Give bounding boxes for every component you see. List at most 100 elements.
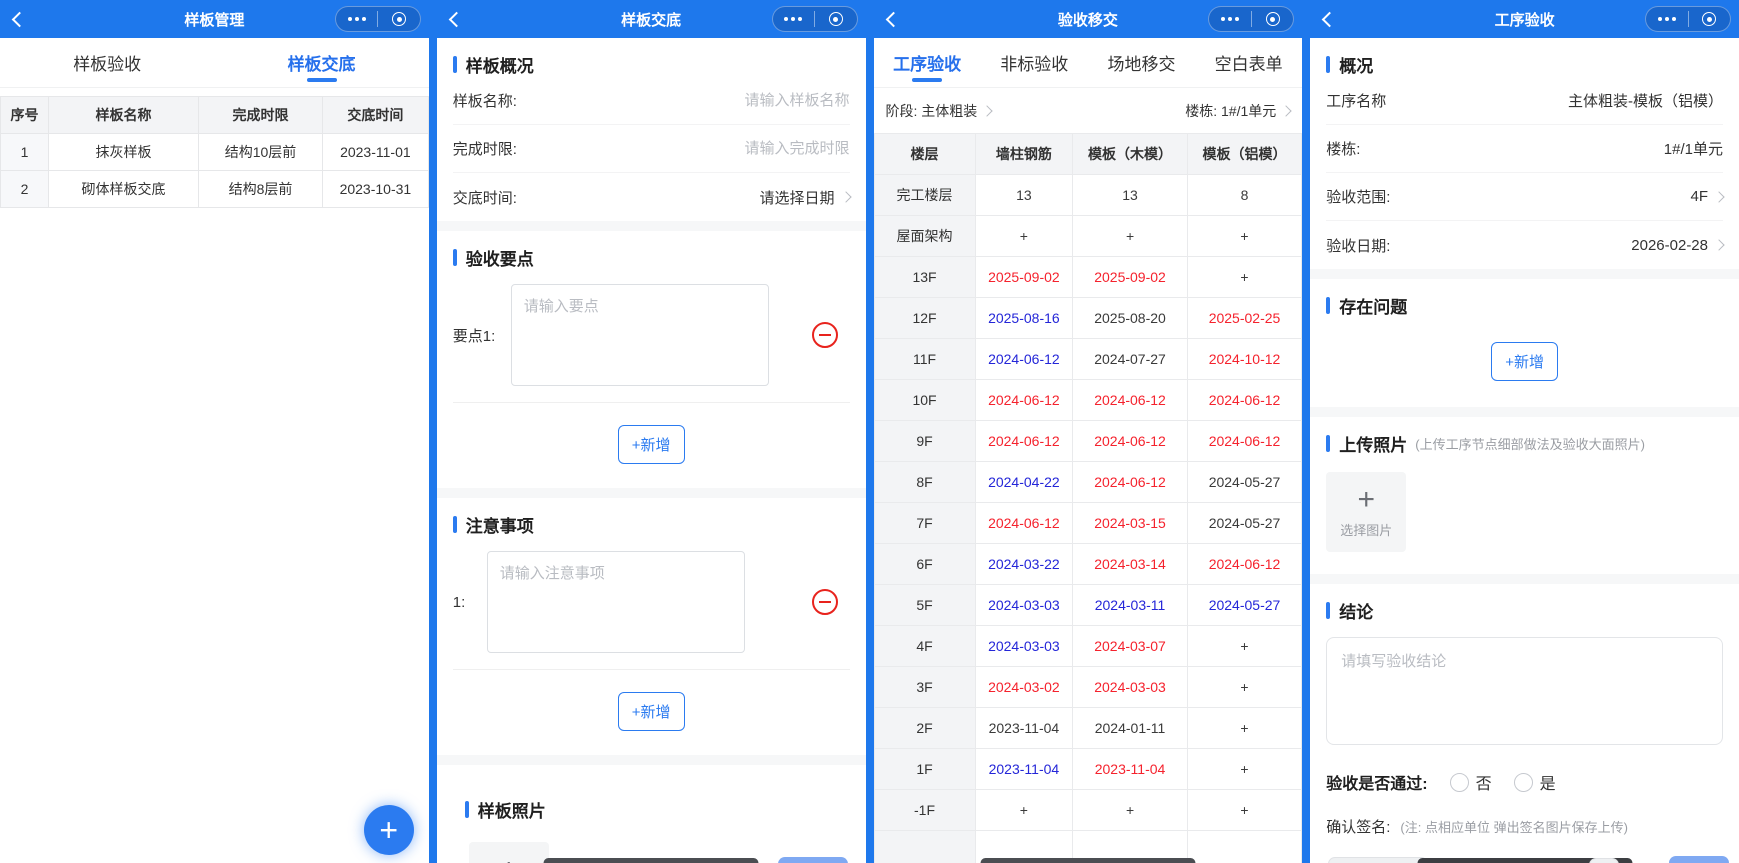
date-cell[interactable]: 2025-08-20 [1073,298,1187,339]
date-cell[interactable]: 2023-11-04 [1073,749,1187,790]
capsule-record-icon[interactable] [1689,7,1731,31]
floor-cell: 1F [874,749,975,790]
table-row[interactable]: 1抹灰样板结构10层前2023-11-01 [1,134,429,171]
date-cell[interactable]: 2024-05-27 [1187,585,1301,626]
section-existing-problems: 存在问题 [1326,293,1723,318]
add-fab-button[interactable]: + [364,805,414,855]
radio-label: 否 [1476,770,1492,794]
date-cell[interactable]: 2024-06-12 [975,339,1073,380]
appbar: 工序验收 [1310,0,1739,38]
date-cell: + [1187,708,1301,749]
tab-sample-acceptance[interactable]: 样板验收 [0,38,214,87]
date-cell[interactable]: 2024-05-27 [1187,462,1301,503]
tab-blank-form[interactable]: 空白表单 [1195,38,1302,87]
floor-cell: 完工楼层 [874,175,975,216]
tab-site-transfer[interactable]: 场地移交 [1088,38,1195,87]
date-cell[interactable]: 2023-11-04 [975,708,1073,749]
wechat-capsule [1208,6,1294,32]
item-label: 1: [453,594,487,611]
date-cell[interactable]: 2024-03-07 [1073,626,1187,667]
date-cell[interactable]: 2024-04-22 [975,462,1073,503]
floor-row: 12F2025-08-162025-08-202025-02-25 [874,298,1302,339]
date-cell[interactable]: 2024-06-12 [1073,380,1187,421]
date-cell[interactable]: 2024-06-12 [1073,462,1187,503]
date-cell[interactable]: 13 [975,175,1073,216]
remove-item-icon[interactable] [812,589,838,615]
date-cell[interactable]: 2024-03-15 [1073,503,1187,544]
date-cell[interactable]: 2025-09-02 [975,257,1073,298]
panel-acceptance-transfer: 验收移交 工序验收 非标验收 场地移交 空白表单 阶段: 主体粗装 楼栋: 1#… [874,0,1303,863]
floor-row: 完工楼层13138 [874,175,1302,216]
appbar: 样板交底 [437,0,866,38]
image-picker[interactable]: + 选择图片 [469,842,549,863]
more-icon[interactable] [1209,7,1251,31]
date-cell[interactable]: 2024-03-14 [1073,544,1187,585]
more-icon[interactable] [336,7,378,31]
date-cell[interactable]: 2024-06-12 [975,421,1073,462]
floor-cell: -1F [874,790,975,831]
col-sample-name: 样板名称 [49,97,199,134]
capsule-record-icon[interactable] [378,7,420,31]
section-title-text: 上传照片 [1339,431,1407,456]
date-cell[interactable]: 2024-03-03 [975,626,1073,667]
radio-option-no[interactable]: 否 [1450,770,1492,794]
tab-nonstandard-acceptance[interactable]: 非标验收 [981,38,1088,87]
add-point-button[interactable]: +新增 [618,425,685,464]
field-acceptance-date[interactable]: 验收日期: 2026-02-28 [1326,221,1723,269]
note-textarea[interactable] [487,551,745,653]
date-cell[interactable]: 2024-03-02 [975,667,1073,708]
field-acceptance-scope[interactable]: 验收范围: 4F [1326,173,1723,221]
date-cell[interactable]: 2024-06-12 [1187,421,1301,462]
filter-bar: 阶段: 主体粗装 楼栋: 1#/1单元 [874,88,1303,133]
tab-process-acceptance[interactable]: 工序验收 [874,38,981,87]
deadline-input[interactable] [517,140,850,157]
floor-date-table: 楼层 墙柱钢筋 模板（木模） 模板（铝模） 完工楼层13138屋面架构+++13… [874,133,1303,863]
stage-filter[interactable]: 阶段: 主体粗装 [886,101,992,121]
date-cell[interactable]: 2024-03-03 [1073,667,1187,708]
date-cell[interactable]: 2024-07-27 [1073,339,1187,380]
col-deadline: 完成时限 [199,97,323,134]
table-cell: 结构10层前 [199,134,323,171]
more-icon[interactable] [773,7,815,31]
date-cell[interactable]: 13 [1073,175,1187,216]
date-cell[interactable]: 2024-06-12 [975,380,1073,421]
date-cell[interactable]: 2024-01-11 [1073,708,1187,749]
cutoff-sign-button [1328,857,1428,863]
date-cell[interactable]: 2024-06-12 [1073,421,1187,462]
tab-sample-disclosure[interactable]: 样板交底 [214,38,428,87]
date-cell[interactable]: 2024-03-22 [975,544,1073,585]
date-cell[interactable]: 2025-08-16 [975,298,1073,339]
radio-label: 是 [1540,770,1556,794]
date-cell[interactable]: 2024-03-11 [1073,585,1187,626]
capsule-record-icon[interactable] [815,7,857,31]
add-problem-button[interactable]: +新增 [1491,342,1558,381]
date-cell[interactable]: 2024-06-12 [1187,380,1301,421]
add-note-button[interactable]: +新增 [618,692,685,731]
sample-name-input[interactable] [517,92,850,109]
date-cell[interactable]: 2024-10-12 [1187,339,1301,380]
conclusion-textarea[interactable] [1326,637,1723,745]
capsule-record-icon[interactable] [1252,7,1294,31]
floor-row: 4F2024-03-032024-03-07+ [874,626,1302,667]
more-icon[interactable] [1646,7,1688,31]
remove-item-icon[interactable] [812,322,838,348]
tabbar: 样板验收 样板交底 [0,38,429,88]
building-filter[interactable]: 楼栋: 1#/1单元 [1185,101,1290,121]
panel-sample-management: 样板管理 样板验收 样板交底 序号 样板名称 完成时限 交底时间 [0,0,429,863]
date-cell[interactable]: 2023-11-04 [975,749,1073,790]
point-textarea[interactable] [511,284,769,386]
date-cell[interactable]: 2025-02-25 [1187,298,1301,339]
date-cell[interactable]: 8 [1187,175,1301,216]
floor-row: 6F2024-03-222024-03-142024-06-12 [874,544,1302,585]
date-cell[interactable]: 2024-05-27 [1187,503,1301,544]
date-cell[interactable]: 2024-03-03 [975,585,1073,626]
field-disclosure-date[interactable]: 交底时间: 请选择日期 [453,173,850,221]
table-row[interactable]: 2砌体样板交底结构8层前2023-10-31 [1,171,429,208]
radio-option-yes[interactable]: 是 [1514,770,1556,794]
date-cell[interactable]: 2024-06-12 [1187,544,1301,585]
wechat-capsule [335,6,421,32]
date-cell[interactable]: 2024-06-12 [975,503,1073,544]
pass-row: 验收是否通过: 否 是 [1326,750,1723,800]
date-cell[interactable]: 2025-09-02 [1073,257,1187,298]
image-picker[interactable]: + 选择图片 [1326,472,1406,552]
